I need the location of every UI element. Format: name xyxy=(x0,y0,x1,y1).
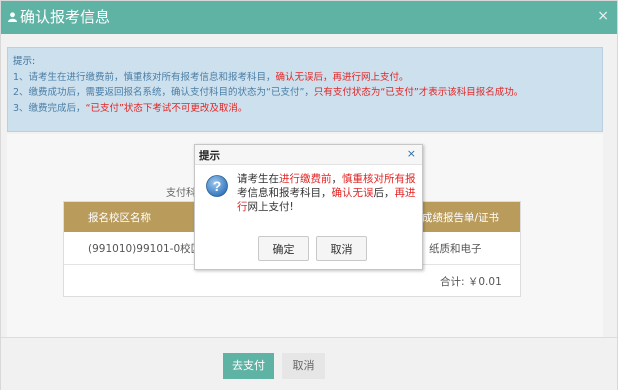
dialog-title: 提示 xyxy=(199,150,220,162)
total-amount: 合计: ￥0.01 xyxy=(440,276,502,288)
notice-line-3: 3、缴费完成后，“已支付”状态下考试不可更改及取消。 xyxy=(13,101,597,117)
notice-line-2-emphasis: 只有支付状态为“已支付”才表示该科目报名成功。 xyxy=(313,87,524,98)
msg-part: 请考生在 xyxy=(237,173,279,185)
dialog-titlebar: 提示 × xyxy=(195,145,422,165)
svg-text:?: ? xyxy=(213,178,222,194)
msg-part: 考信息和报考科目， xyxy=(237,187,332,199)
pay-subject-label: 支付科 xyxy=(166,188,196,199)
window-title: 确认报考信息 xyxy=(20,8,111,26)
msg-emphasis: 进行缴费前 xyxy=(279,173,332,185)
msg-part: 网上支付! xyxy=(247,201,294,213)
user-icon xyxy=(8,12,17,22)
question-icon: ? xyxy=(206,175,228,197)
confirm-dialog: 提示 × ? 请考生在进行缴费前，慎重核对所有报考信息和报考科目，确认无误后，再… xyxy=(194,144,423,270)
notice-line-1-emphasis: 确认无误后，再进行网上支付。 xyxy=(275,71,409,83)
confirm-registration-window: 确认报考信息 × 提示: 1、请考生在进行缴费前，慎重核对所有报考信息和报考科目… xyxy=(0,0,618,390)
notice-line-1: 1、请考生在进行缴费前，慎重核对所有报考信息和报考科目，确认无误后，再进行网上支… xyxy=(13,70,597,86)
notice-panel: 提示: 1、请考生在进行缴费前，慎重核对所有报考信息和报考科目，确认无误后，再进… xyxy=(7,47,603,132)
notice-line-1-text: 1、请考生在进行缴费前，慎重核对所有报考信息和报考科目， xyxy=(13,71,276,83)
dialog-close-icon[interactable]: × xyxy=(407,147,416,160)
notice-title: 提示: xyxy=(13,56,36,67)
notice-line-2-text: 2、缴费成功后，需要返回报名系统，确认支付科目的状态为“已支付”， xyxy=(13,87,314,98)
notice-line-2: 2、缴费成功后，需要返回报名系统，确认支付科目的状态为“已支付”，只有支付状态为… xyxy=(13,85,597,101)
msg-part: 后， xyxy=(373,187,395,199)
dialog-message: 请考生在进行缴费前，慎重核对所有报考信息和报考科目，确认无误后，再进行网上支付! xyxy=(237,172,419,214)
cell-campus: (991010)99101-0校区 xyxy=(88,243,202,255)
header-cert: 成绩报告单/证书 xyxy=(422,212,500,224)
dialog-cancel-button[interactable]: 取消 xyxy=(316,236,367,261)
notice-line-3-emphasis: “已支付”状态下考试不可更改及取消。 xyxy=(85,102,248,114)
window-titlebar: 确认报考信息 × xyxy=(1,1,617,34)
msg-part: ， xyxy=(331,173,343,185)
header-campus: 报名校区名称 xyxy=(88,212,151,224)
msg-emphasis: 确认无误 xyxy=(331,187,374,199)
window-close-icon[interactable]: × xyxy=(597,8,609,24)
go-pay-button[interactable]: 去支付 xyxy=(223,353,274,379)
notice-line-3-text: 3、缴费完成后， xyxy=(13,102,86,114)
footer-cancel-button[interactable]: 取消 xyxy=(282,353,325,379)
msg-emphasis: 慎重核对所有报 xyxy=(342,173,416,185)
dialog-ok-button[interactable]: 确定 xyxy=(258,236,309,261)
cell-cert: 纸质和电子 xyxy=(429,243,482,255)
